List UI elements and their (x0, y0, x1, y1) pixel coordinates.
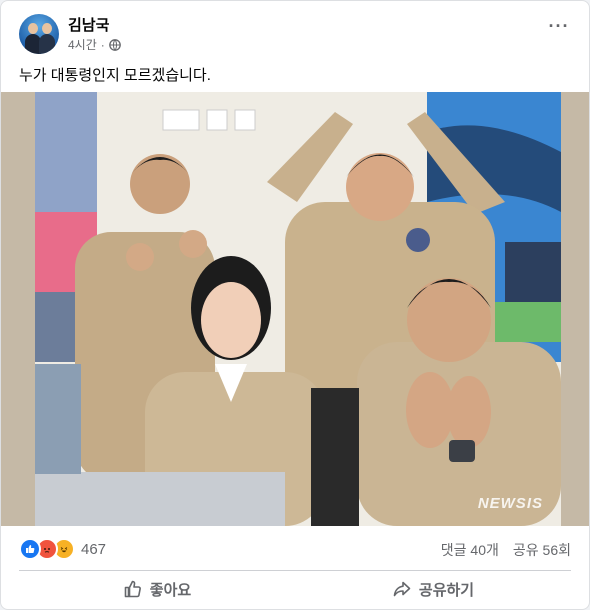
action-divider (19, 570, 571, 571)
engagement-stats: 댓글 40개 공유 56회 (441, 540, 571, 560)
share-arrow-icon (393, 581, 411, 597)
globe-icon[interactable] (108, 38, 121, 51)
post-card: 김남국 4시간 · ··· 누가 대통령인지 모르겠습니다. NEWSIS 46… (0, 0, 590, 610)
author-name[interactable]: 김남국 (68, 14, 109, 35)
thumbs-up-icon (124, 580, 141, 598)
share-count[interactable]: 공유 56회 (513, 540, 571, 560)
photo-watermark: NEWSIS (477, 495, 543, 512)
post-actions: 좋아요 공유하기 (19, 572, 571, 606)
comment-count[interactable]: 댓글 40개 (441, 540, 499, 560)
like-button[interactable]: 좋아요 (19, 572, 295, 606)
meta-separator: · (100, 37, 105, 52)
share-button[interactable]: 공유하기 (295, 572, 571, 606)
post-meta: 4시간 · (68, 36, 121, 53)
author-avatar[interactable] (19, 14, 59, 54)
post-photo[interactable]: NEWSIS (35, 92, 561, 526)
reaction-summary[interactable]: 467 (19, 538, 106, 560)
like-button-label: 좋아요 (149, 581, 192, 599)
share-button-label: 공유하기 (418, 581, 475, 599)
post-timestamp[interactable]: 4시간 (68, 36, 97, 53)
like-reaction-icon (19, 538, 41, 560)
post-photo-frame[interactable]: NEWSIS (1, 92, 589, 526)
more-options-icon[interactable]: ··· (547, 17, 571, 39)
post-text: 누가 대통령인지 모르겠습니다. (19, 67, 211, 84)
photo-illustration (35, 92, 561, 526)
reaction-count: 467 (81, 540, 107, 558)
